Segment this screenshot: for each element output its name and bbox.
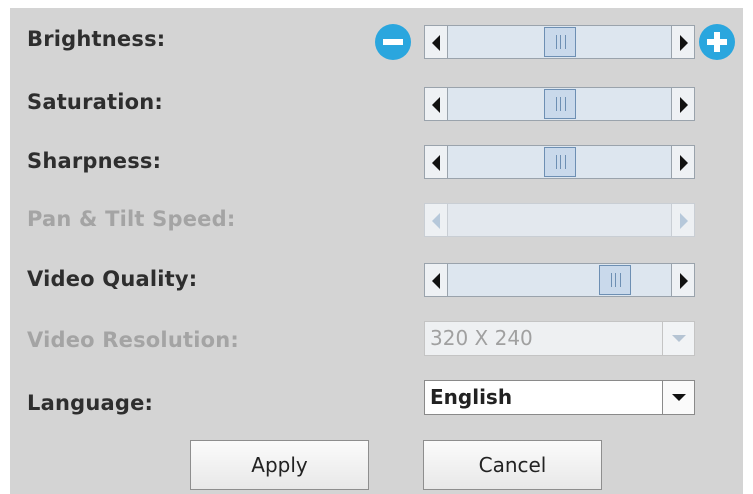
cancel-button[interactable]: Cancel — [423, 440, 602, 490]
video-quality-label: Video Quality: — [27, 267, 198, 291]
slider-thumb[interactable] — [543, 147, 576, 177]
arrow-right-icon[interactable] — [671, 264, 694, 296]
arrow-right-icon[interactable] — [671, 88, 694, 120]
minus-circle-icon[interactable] — [375, 24, 411, 60]
arrow-right-icon[interactable] — [671, 26, 694, 58]
video-resolution-label: Video Resolution: — [27, 328, 239, 352]
video-resolution-select: 320 X 240 — [424, 321, 695, 356]
video-resolution-value: 320 X 240 — [430, 326, 533, 350]
arrow-left-icon[interactable] — [425, 26, 448, 58]
camera-settings-panel: Brightness: Saturation: Sharpness: Pan &… — [10, 8, 743, 494]
arrow-left-icon — [425, 204, 448, 236]
brightness-slider[interactable] — [424, 25, 695, 59]
slider-thumb[interactable] — [543, 89, 576, 119]
slider-thumb[interactable] — [543, 27, 576, 57]
arrow-right-icon[interactable] — [671, 146, 694, 178]
arrow-left-icon[interactable] — [425, 146, 448, 178]
arrow-left-icon[interactable] — [425, 88, 448, 120]
brightness-label: Brightness: — [27, 27, 166, 51]
arrow-left-icon[interactable] — [425, 264, 448, 296]
slider-thumb[interactable] — [598, 265, 631, 295]
chevron-down-icon — [662, 322, 694, 355]
pan-tilt-speed-slider — [424, 203, 695, 237]
video-quality-slider[interactable] — [424, 263, 695, 297]
arrow-right-icon — [671, 204, 694, 236]
chevron-down-icon[interactable] — [662, 381, 694, 414]
language-value: English — [430, 385, 513, 409]
sharpness-slider[interactable] — [424, 145, 695, 179]
plus-circle-icon[interactable] — [699, 24, 735, 60]
language-select[interactable]: English — [424, 380, 695, 415]
pan-tilt-speed-label: Pan & Tilt Speed: — [27, 207, 236, 231]
apply-button[interactable]: Apply — [190, 440, 369, 490]
sharpness-label: Sharpness: — [27, 149, 162, 173]
language-label: Language: — [27, 391, 154, 415]
saturation-label: Saturation: — [27, 90, 164, 114]
saturation-slider[interactable] — [424, 87, 695, 121]
